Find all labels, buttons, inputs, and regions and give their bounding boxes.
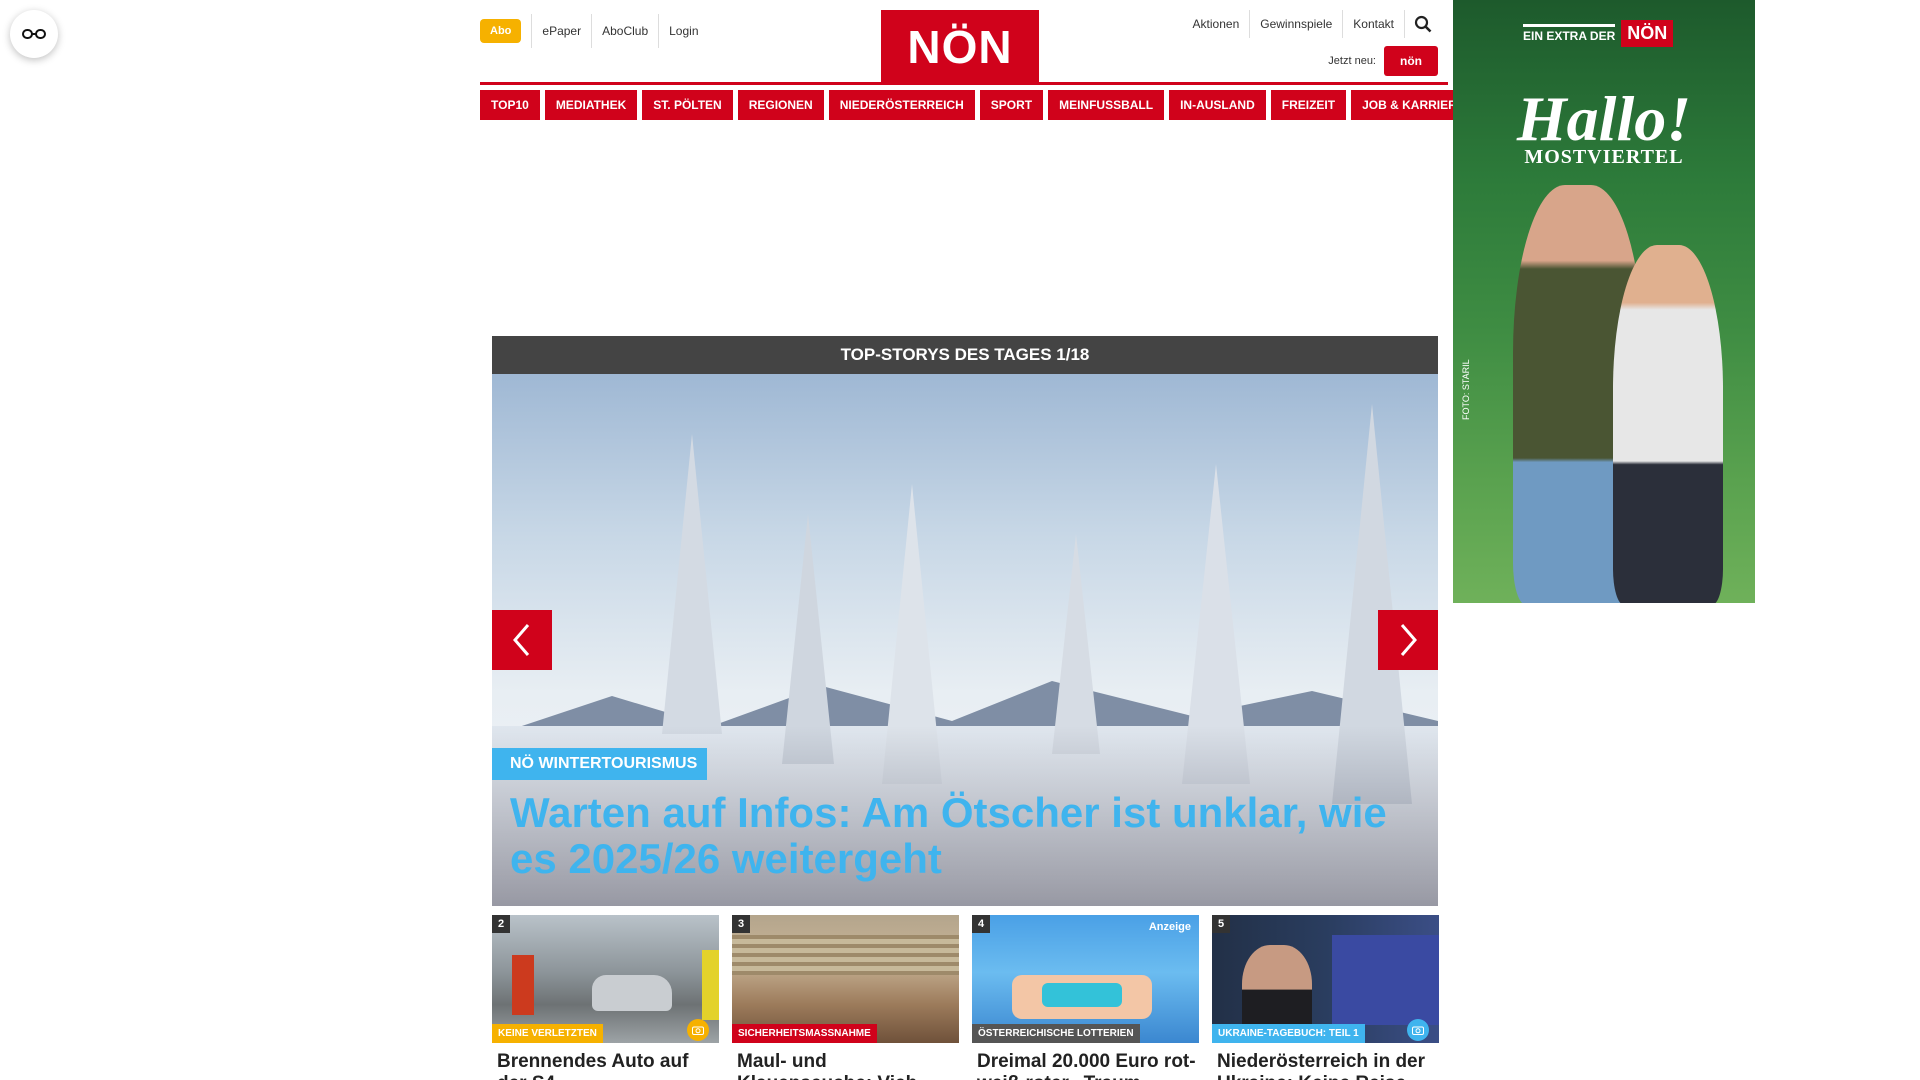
- aktionen-link[interactable]: Aktionen: [1183, 10, 1250, 38]
- site-logo[interactable]: NÖN: [881, 10, 1039, 83]
- ad-headline: Hallo!: [1516, 83, 1692, 154]
- nav-item-sport[interactable]: SPORT: [979, 90, 1044, 120]
- site-header: Abo ePaper AboClub Login NÖN Aktionen Ge…: [480, 0, 1440, 84]
- top-stories-header: TOP-STORYS DES TAGES 1/18: [492, 336, 1438, 374]
- utility-nav-right: Aktionen Gewinnspiele Kontakt: [1183, 10, 1440, 38]
- ad-logo: NÖN: [1621, 20, 1674, 47]
- ad-top-text: EIN EXTRA DER: [1523, 24, 1616, 43]
- story-card-title[interactable]: Brennendes Auto auf der S4: [492, 1051, 719, 1080]
- story-cards: 2 KEINE VERLETZTEN Brennendes Auto auf d…: [492, 915, 1439, 1080]
- story-card-tag[interactable]: KEINE VERLETZTEN: [492, 1024, 603, 1043]
- story-rank: 2: [492, 915, 510, 933]
- sidebar-ad[interactable]: EIN EXTRA DER NÖN Hallo! MOSTVIERTEL FOT…: [1453, 0, 1755, 603]
- nav-item-top10[interactable]: TOP10: [480, 90, 540, 120]
- story-rank: 5: [1212, 915, 1230, 933]
- glasses-icon: [22, 29, 46, 39]
- camera-icon: [687, 1019, 709, 1041]
- story-card-tag[interactable]: SICHERHEITSMASSNAHME: [732, 1024, 877, 1043]
- story-card[interactable]: 2 KEINE VERLETZTEN Brennendes Auto auf d…: [492, 915, 719, 1080]
- firefighter-shape: [702, 950, 719, 1020]
- hero-tree: [1052, 534, 1100, 754]
- aboclub-link[interactable]: AboClub: [591, 14, 658, 48]
- jetzt-neu-logo[interactable]: nön: [1384, 46, 1438, 76]
- story-card[interactable]: 5 UKRAINE-TAGEBUCH: TEIL 1 Niederösterre…: [1212, 915, 1439, 1080]
- car-shape: [592, 975, 672, 1011]
- nav-item-niederoesterreich[interactable]: NIEDERÖSTERREICH: [828, 90, 975, 120]
- story-card-image[interactable]: 4 Anzeige ÖSTERREICHISCHE LOTTERIEN: [972, 915, 1199, 1043]
- story-rank: 3: [732, 915, 750, 933]
- carousel-next-button[interactable]: [1378, 610, 1438, 670]
- utility-nav-left: Abo ePaper AboClub Login: [480, 14, 709, 48]
- chevron-left-icon: [513, 624, 530, 656]
- nav-item-mediathek[interactable]: MEDIATHEK: [544, 90, 638, 120]
- nav-item-meinfussball[interactable]: MEINFUSSBALL: [1048, 90, 1165, 120]
- story-card-title[interactable]: Maul- und Klauenseuche: Vieh-Versteigeru…: [732, 1051, 959, 1080]
- nav-item-in-ausland[interactable]: IN-AUSLAND: [1169, 90, 1266, 120]
- epaper-link[interactable]: ePaper: [531, 14, 591, 48]
- ad-photo-credit: FOTO: STARIL: [1461, 359, 1471, 420]
- hero-story-title[interactable]: Warten auf Infos: Am Ötscher ist unklar,…: [510, 790, 1390, 882]
- story-card-title[interactable]: Dreimal 20.000 Euro rot-weiß-roter „Trau…: [972, 1051, 1199, 1080]
- abo-button[interactable]: Abo: [480, 19, 522, 43]
- nav-item-regionen[interactable]: REGIONEN: [737, 90, 824, 120]
- hero-story-tag[interactable]: NÖ WINTERTOURISMUS: [492, 748, 708, 780]
- jetzt-neu: Jetzt neu: nön: [1328, 46, 1438, 76]
- login-link[interactable]: Login: [658, 14, 708, 48]
- ad-person-woman: [1613, 245, 1723, 603]
- accessibility-button[interactable]: [10, 10, 58, 58]
- story-card-tag[interactable]: UKRAINE-TAGEBUCH: TEIL 1: [1212, 1024, 1365, 1043]
- firefighter-shape: [512, 955, 534, 1015]
- story-card[interactable]: 3 SICHERHEITSMASSNAHME Maul- und Klauens…: [732, 915, 959, 1080]
- jetzt-neu-label: Jetzt neu:: [1328, 55, 1376, 67]
- ad-label: Anzeige: [1148, 921, 1191, 933]
- story-card-tag[interactable]: ÖSTERREICHISCHE LOTTERIEN: [972, 1024, 1140, 1043]
- ad-branding: EIN EXTRA DER NÖN: [1523, 20, 1674, 47]
- search-icon[interactable]: [1404, 10, 1440, 38]
- story-card-image[interactable]: 5 UKRAINE-TAGEBUCH: TEIL 1: [1212, 915, 1439, 1043]
- story-card-title[interactable]: Niederösterreich in der Ukraine: Keine R…: [1212, 1051, 1439, 1080]
- chevron-right-icon: [1400, 624, 1417, 656]
- story-card-image[interactable]: 2 KEINE VERLETZTEN: [492, 915, 719, 1043]
- carousel-prev-button[interactable]: [492, 610, 552, 670]
- pool-shape: [1042, 983, 1122, 1007]
- nav-item-st-poelten[interactable]: ST. PÖLTEN: [642, 90, 733, 120]
- main-nav: TOP10 MEDIATHEK ST. PÖLTEN REGIONEN NIED…: [480, 90, 1476, 120]
- train-shape: [1332, 935, 1439, 1025]
- camera-icon: [1407, 1019, 1429, 1041]
- hero-tree: [662, 434, 722, 734]
- kontakt-link[interactable]: Kontakt: [1342, 10, 1404, 38]
- bleachers-shape: [732, 935, 959, 975]
- story-card[interactable]: 4 Anzeige ÖSTERREICHISCHE LOTTERIEN Drei…: [972, 915, 1199, 1080]
- story-rank: 4: [972, 915, 990, 933]
- gewinnspiele-link[interactable]: Gewinnspiele: [1249, 10, 1342, 38]
- ad-subline: MOSTVIERTEL: [1524, 146, 1684, 168]
- story-card-image[interactable]: 3 SICHERHEITSMASSNAHME: [732, 915, 959, 1043]
- nav-item-freizeit[interactable]: FREIZEIT: [1270, 90, 1347, 120]
- header-divider: [480, 82, 1448, 85]
